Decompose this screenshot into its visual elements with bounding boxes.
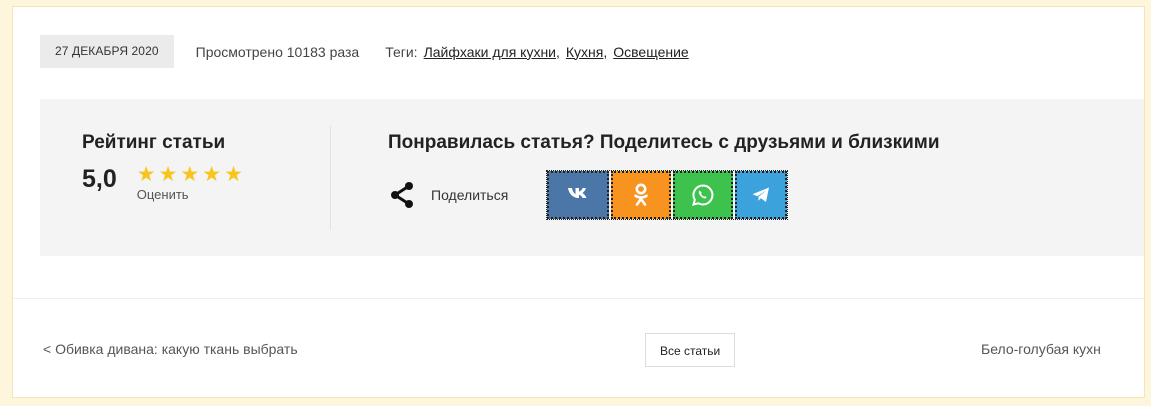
share-label: Поделиться — [431, 187, 509, 203]
next-article-link[interactable]: Бело-голубая кухн — [981, 341, 1101, 357]
all-articles-button[interactable]: Все статьи — [645, 333, 736, 367]
ok-share-button[interactable] — [611, 171, 672, 219]
vk-share-button[interactable] — [547, 171, 610, 219]
rate-link[interactable]: Оценить — [137, 187, 243, 202]
section-divider — [13, 298, 1144, 299]
star-icon[interactable]: ★ — [202, 164, 221, 186]
star-rating[interactable]: ★ ★ ★ ★ ★ — [137, 164, 243, 186]
share-title: Понравилась статья? Поделитесь с друзьям… — [388, 132, 940, 153]
tag-link-kitchen-lifehacks[interactable]: Лайфхаки для кухни — [424, 44, 556, 60]
star-icon[interactable]: ★ — [159, 164, 178, 186]
date-badge: 27 ДЕКАБРЯ 2020 — [40, 35, 174, 68]
odnoklassniki-icon — [634, 183, 649, 206]
rating-value: 5,0 — [82, 165, 117, 193]
tag-link-lighting[interactable]: Освещение — [613, 44, 688, 60]
rating-block: Рейтинг статьи 5,0 ★ ★ ★ ★ ★ Оценить — [82, 132, 243, 202]
star-icon[interactable]: ★ — [137, 164, 156, 186]
tags-label: Теги: — [385, 43, 418, 60]
share-row: Поделиться — [388, 170, 940, 220]
social-buttons — [546, 170, 789, 220]
whatsapp-share-button[interactable] — [673, 171, 734, 219]
article-meta: 27 ДЕКАБРЯ 2020 Просмотрено 10183 раза Т… — [40, 35, 689, 68]
star-icon[interactable]: ★ — [180, 164, 199, 186]
telegram-icon — [752, 187, 770, 202]
telegram-share-button[interactable] — [735, 171, 788, 219]
rating-row: 5,0 ★ ★ ★ ★ ★ Оценить — [82, 164, 243, 203]
tag-separator: , — [603, 43, 608, 60]
share-icon — [391, 182, 413, 208]
prev-article-link[interactable]: < Обивка дивана: какую ткань выбрать — [43, 341, 298, 357]
tag-link-kitchen[interactable]: Кухня — [566, 44, 603, 60]
rating-title: Рейтинг статьи — [82, 132, 226, 153]
rating-widget: ★ ★ ★ ★ ★ Оценить — [137, 164, 243, 203]
article-footer: 27 ДЕКАБРЯ 2020 Просмотрено 10183 раза Т… — [12, 6, 1145, 398]
share-block: Понравилась статья? Поделитесь с друзьям… — [388, 132, 940, 220]
views-count: Просмотрено 10183 раза — [195, 43, 360, 60]
vk-icon — [567, 186, 589, 204]
star-icon[interactable]: ★ — [224, 164, 243, 186]
whatsapp-icon — [692, 184, 714, 206]
article-navigation: < Обивка дивана: какую ткань выбрать Все… — [13, 333, 1144, 369]
tag-separator: , — [556, 43, 560, 60]
panel-divider — [330, 126, 331, 230]
rating-share-panel: Рейтинг статьи 5,0 ★ ★ ★ ★ ★ Оценить Пон… — [40, 99, 1144, 256]
share-button[interactable]: Поделиться — [388, 181, 508, 209]
